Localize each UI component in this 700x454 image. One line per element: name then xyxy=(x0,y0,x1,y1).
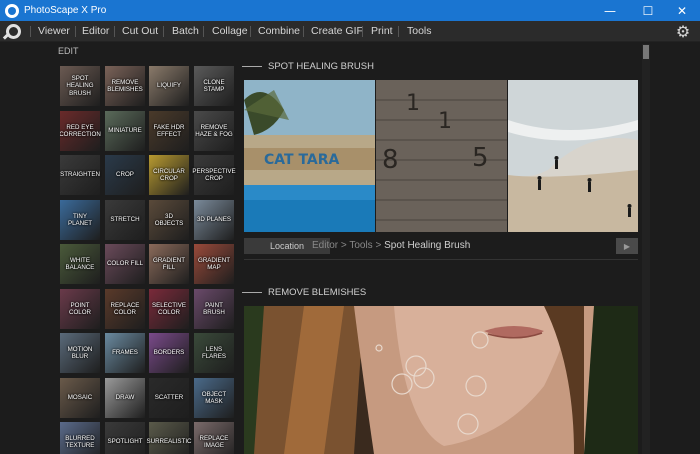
search-icon[interactable] xyxy=(6,24,21,39)
wall-digit: 5 xyxy=(472,143,489,173)
tool-tile[interactable]: PERSPECTIVE CROP xyxy=(192,155,236,195)
menu-separator xyxy=(114,26,115,37)
edit-panel-label: EDIT xyxy=(58,46,79,56)
menu-collage[interactable]: Collage xyxy=(212,21,248,42)
menu-cut-out[interactable]: Cut Out xyxy=(122,21,158,42)
tool-tile[interactable]: WHITE BALANCE xyxy=(60,244,100,284)
menu-separator xyxy=(30,26,31,37)
menu-separator xyxy=(163,26,164,37)
menu-bar: Viewer Editor Cut Out Batch Collage Comb… xyxy=(0,21,700,42)
main-content: SPOT HEALING BRUSH CAT TARA 1 1 8 5 Loca… xyxy=(242,44,640,454)
gear-icon[interactable]: ⚙ xyxy=(673,21,693,42)
menu-editor[interactable]: Editor xyxy=(82,21,109,42)
tool-tile[interactable]: RED EYE CORRECTION xyxy=(60,111,101,151)
location-row: Location Editor > Tools > Spot Healing B… xyxy=(244,238,638,254)
menu-separator xyxy=(303,26,304,37)
menu-batch[interactable]: Batch xyxy=(172,21,199,42)
tool-tile[interactable]: STRAIGHTEN xyxy=(60,155,100,195)
tool-tile[interactable]: GRADIENT FILL xyxy=(149,244,189,284)
scrollbar-thumb[interactable] xyxy=(643,45,649,59)
tool-tile[interactable]: BORDERS xyxy=(149,333,189,373)
tool-tile[interactable]: STRETCH xyxy=(105,200,145,240)
tool-tile[interactable]: MOSAIC xyxy=(60,378,100,418)
tool-tile[interactable]: MOTION BLUR xyxy=(60,333,100,373)
wall-digit: 8 xyxy=(382,145,399,175)
tool-tile[interactable]: REPLACE COLOR xyxy=(105,289,145,329)
tool-tile[interactable]: REMOVE BLEMISHES xyxy=(105,66,145,106)
menu-tools[interactable]: Tools xyxy=(407,21,432,42)
tool-tile[interactable]: OBJECT MASK xyxy=(194,378,234,418)
tool-tile[interactable]: SURREALISTIC xyxy=(146,422,192,454)
tool-tile[interactable]: MINIATURE xyxy=(105,111,145,151)
wall-digit: 1 xyxy=(438,109,452,134)
breadcrumb-current: Spot Healing Brush xyxy=(384,240,471,251)
tool-tile[interactable]: LIQUIFY xyxy=(149,66,189,106)
section-title-spot-healing: SPOT HEALING BRUSH xyxy=(242,60,374,72)
tool-tile[interactable]: LENS FLARES xyxy=(194,333,234,373)
menu-create-gif[interactable]: Create GIF xyxy=(311,21,363,42)
tool-tile[interactable]: GRADIENT MAP xyxy=(194,244,234,284)
pool-wall-text: CAT TARA xyxy=(264,152,340,168)
sample-photo-wall: 1 1 8 5 xyxy=(376,80,507,232)
section-title-remove-blemishes: REMOVE BLEMISHES xyxy=(242,286,366,298)
tool-tile[interactable]: CLONE STAMP xyxy=(194,66,234,106)
breadcrumb-path[interactable]: Editor > Tools > xyxy=(312,240,384,251)
title-bar: PhotoScape X Pro — ☐ ✕ xyxy=(0,0,700,21)
tool-tile[interactable]: FAKE HDR EFFECT xyxy=(149,111,189,151)
tool-tile[interactable]: 3D OBJECTS xyxy=(149,200,189,240)
tool-tile[interactable]: SPOTLIGHT xyxy=(105,422,145,454)
sample-photo-pool: CAT TARA xyxy=(244,80,375,232)
tool-tile[interactable]: BLURRED TEXTURE xyxy=(60,422,100,454)
menu-viewer[interactable]: Viewer xyxy=(38,21,70,42)
play-video-button[interactable]: ▶ xyxy=(616,238,638,254)
tool-tile[interactable]: REMOVE HAZE & FOG xyxy=(194,111,234,151)
app-icon xyxy=(5,3,19,18)
tool-tile[interactable]: 3D PLANES xyxy=(194,200,234,240)
tool-tile[interactable]: TINY PLANET xyxy=(60,200,100,240)
menu-print[interactable]: Print xyxy=(371,21,393,42)
scrollbar-track[interactable] xyxy=(642,44,650,454)
maximize-button[interactable]: ☐ xyxy=(630,0,666,21)
tool-tile[interactable]: PAINT BRUSH xyxy=(194,289,234,329)
section-title-text: REMOVE BLEMISHES xyxy=(268,286,367,298)
wall-digit: 1 xyxy=(406,91,420,116)
tool-tile[interactable]: CIRCULAR CROP xyxy=(149,155,189,195)
section-divider xyxy=(244,259,638,260)
tool-tile[interactable]: CROP xyxy=(105,155,145,195)
menu-combine[interactable]: Combine xyxy=(258,21,300,42)
menu-separator xyxy=(203,26,204,37)
sample-photo-beach xyxy=(508,80,638,232)
tool-grid: SPOT HEALING BRUSH REMOVE BLEMISHES LIQUIF… xyxy=(60,66,238,454)
tool-tile[interactable]: COLOR FILL xyxy=(105,244,145,284)
tool-tile[interactable]: SELECTIVE COLOR xyxy=(149,289,189,329)
menu-separator xyxy=(398,26,399,37)
menu-separator xyxy=(250,26,251,37)
minimize-button[interactable]: — xyxy=(592,0,628,21)
tool-tile[interactable]: FRAMES xyxy=(105,333,145,373)
tool-tile[interactable]: SCATTER xyxy=(149,378,189,418)
tool-tile[interactable]: REPLACE IMAGE xyxy=(194,422,234,454)
breadcrumb: Editor > Tools > Spot Healing Brush xyxy=(312,238,470,254)
sample-photo-portrait xyxy=(244,306,638,454)
window-title: PhotoScape X Pro xyxy=(24,5,107,16)
section-dash xyxy=(242,65,262,67)
tool-tile[interactable]: SPOT HEALING BRUSH xyxy=(60,66,100,106)
close-button[interactable]: ✕ xyxy=(664,0,700,21)
section-dash xyxy=(242,291,262,293)
section-title-text: SPOT HEALING BRUSH xyxy=(268,60,374,72)
tool-tile[interactable]: DRAW xyxy=(105,378,145,418)
menu-separator xyxy=(75,26,76,37)
tool-tile[interactable]: POINT COLOR xyxy=(60,289,100,329)
menu-separator xyxy=(362,26,363,37)
